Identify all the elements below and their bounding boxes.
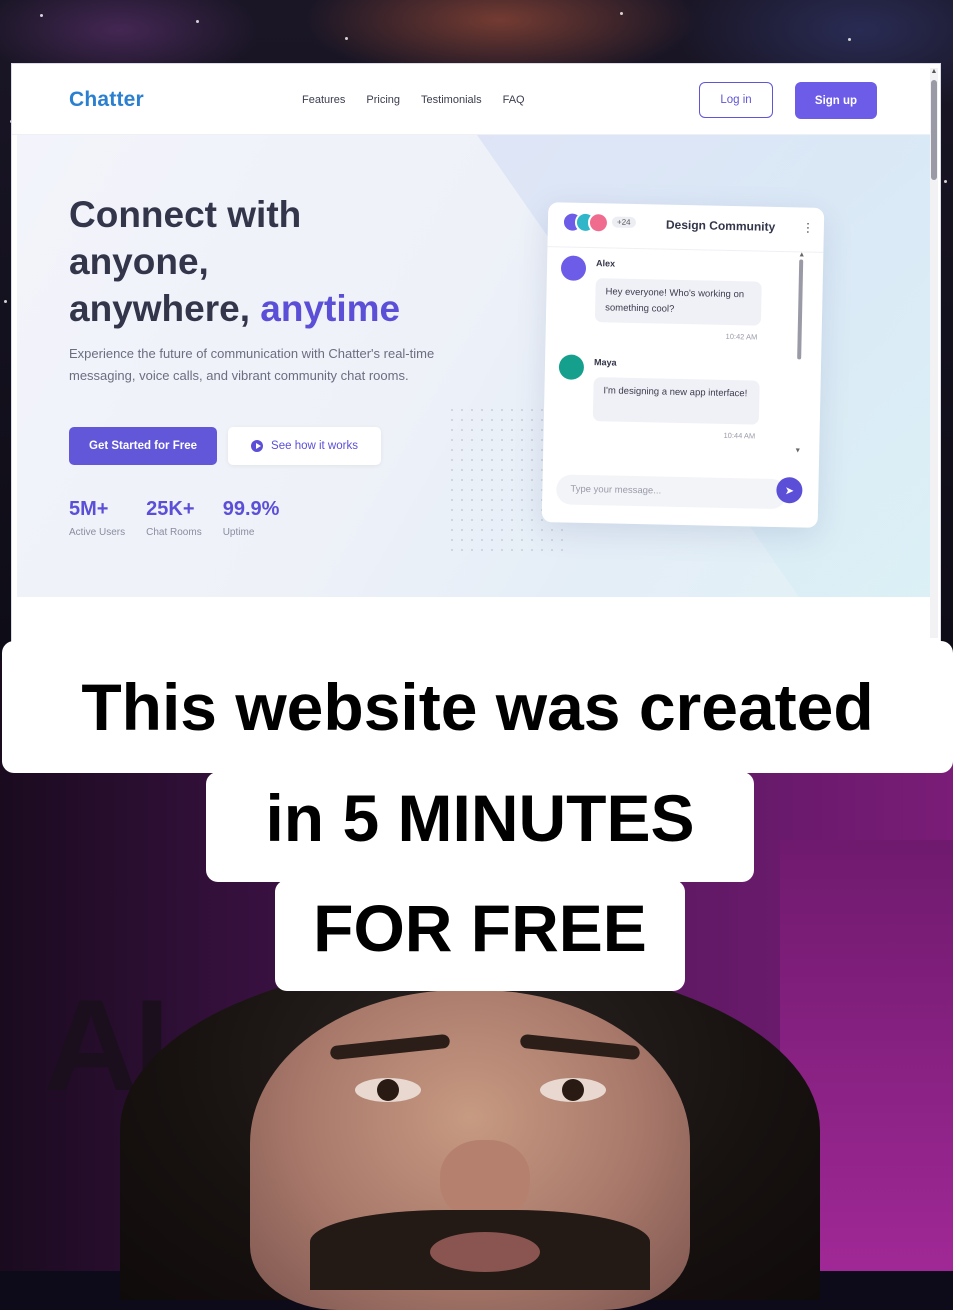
- message-input[interactable]: Type your message...: [556, 474, 787, 510]
- stat-value: 25K+: [146, 498, 195, 520]
- member-avatar: [587, 211, 610, 234]
- hero-subtext: Experience the future of communication w…: [69, 346, 435, 383]
- headline-plain: anywhere,: [69, 288, 261, 329]
- signup-button[interactable]: Sign up: [795, 82, 877, 119]
- star: [4, 300, 7, 303]
- stat-active-users: 5M+ Active Users: [69, 498, 125, 538]
- site-logo[interactable]: Chatter: [69, 88, 144, 112]
- chat-header: +24 Design Community ⋮: [547, 202, 825, 253]
- star: [196, 20, 199, 23]
- headline-line-2: anyone,: [69, 241, 209, 282]
- star: [620, 12, 623, 15]
- page-scrollbar[interactable]: ▲: [930, 68, 938, 638]
- message-time: 10:44 AM: [723, 430, 756, 441]
- star: [40, 14, 43, 17]
- send-icon[interactable]: ➤: [776, 476, 803, 504]
- website-screenshot: Chatter Features Pricing Testimonials FA…: [11, 63, 941, 643]
- login-button[interactable]: Log in: [699, 82, 773, 118]
- lips: [430, 1232, 540, 1272]
- nose: [440, 1140, 530, 1220]
- nav-link-pricing[interactable]: Pricing: [366, 94, 400, 106]
- scroll-up-icon[interactable]: ▲: [930, 68, 938, 76]
- star: [944, 180, 947, 183]
- scroll-down-icon[interactable]: ▼: [794, 447, 801, 454]
- message-bubble: I'm designing a new app interface!: [592, 377, 760, 425]
- nav-link-features[interactable]: Features: [302, 94, 345, 106]
- nav-link-faq[interactable]: FAQ: [503, 94, 525, 106]
- nav-links: Features Pricing Testimonials FAQ: [302, 94, 525, 106]
- chat-scrollbar[interactable]: [797, 259, 804, 360]
- message-bubble: Hey everyone! Who's working on something…: [594, 278, 762, 326]
- member-count-badge: +24: [611, 216, 636, 228]
- message-time: 10:42 AM: [725, 331, 758, 342]
- stat-uptime: 99.9% Uptime: [223, 498, 280, 538]
- avatar: [560, 255, 587, 281]
- scroll-up-icon[interactable]: ▲: [798, 251, 805, 258]
- hero-section: Connect with anyone, anywhere, anytime E…: [17, 135, 930, 597]
- site-navbar: Chatter Features Pricing Testimonials FA…: [12, 64, 930, 135]
- stat-value: 5M+: [69, 498, 109, 520]
- caption-line-2: in 5 MINUTES: [206, 772, 754, 882]
- headline-line-1: Connect with: [69, 194, 302, 235]
- play-icon: [251, 440, 264, 452]
- more-options-icon[interactable]: ⋮: [802, 220, 814, 234]
- eye: [540, 1078, 606, 1102]
- stat-label: Chat Rooms: [146, 527, 202, 538]
- chat-room-title: Design Community: [665, 217, 776, 234]
- headline-line-3: anywhere, anytime: [69, 285, 489, 332]
- see-how-label: See how it works: [271, 440, 358, 452]
- stat-label: Uptime: [222, 527, 255, 538]
- message-author: Maya: [593, 357, 617, 368]
- see-how-it-works-button[interactable]: See how it works: [228, 427, 381, 465]
- headline-accent: anytime: [260, 288, 401, 329]
- caption-line-1: This website was created: [2, 641, 953, 773]
- message-author: Alex: [596, 258, 616, 269]
- stat-value: 99.9%: [222, 498, 280, 520]
- get-started-button[interactable]: Get Started for Free: [69, 427, 217, 465]
- hero-headline: Connect with anyone, anywhere, anytime: [69, 191, 489, 332]
- star: [848, 38, 851, 41]
- caption-line-3: FOR FREE: [275, 880, 685, 991]
- stat-label: Active Users: [69, 527, 126, 538]
- stat-chat-rooms: 25K+ Chat Rooms: [146, 498, 202, 538]
- scrollbar-thumb[interactable]: [931, 80, 937, 180]
- hero-stats: 5M+ Active Users 25K+ Chat Rooms 99.9% U…: [69, 498, 279, 538]
- nav-link-testimonials[interactable]: Testimonials: [421, 94, 482, 106]
- star: [345, 37, 348, 40]
- eye: [355, 1078, 421, 1102]
- chat-preview-card: +24 Design Community ⋮ Alex Hey everyone…: [541, 202, 825, 528]
- avatar: [558, 354, 585, 380]
